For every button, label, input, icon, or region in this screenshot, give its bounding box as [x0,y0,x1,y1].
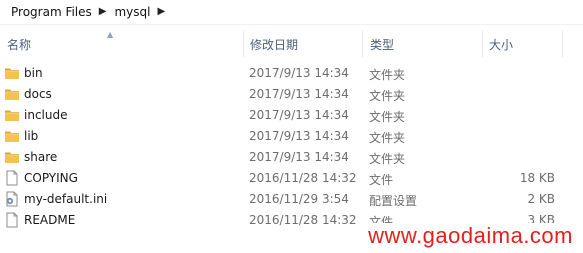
folder-icon [4,65,20,81]
file-row[interactable]: docs 2017/9/13 14:34 文件夹 [0,84,583,105]
file-date: 2017/9/13 14:34 [249,150,349,164]
file-date: 2017/9/13 14:34 [249,129,349,143]
file-type: 配置设置 [369,194,418,208]
watermark: www.gaodaima.com [366,223,575,249]
folder-icon [4,149,20,165]
file-date: 2017/9/13 14:34 [249,87,349,101]
file-date: 2017/9/13 14:34 [249,66,349,80]
folder-icon [4,86,20,102]
folder-icon [4,107,20,123]
breadcrumb-item-program-files[interactable]: Program Files ▶ [11,5,114,19]
file-row[interactable]: bin 2017/9/13 14:34 文件夹 [0,63,583,84]
file-name[interactable]: README [24,213,75,227]
file-name[interactable]: bin [24,66,43,80]
file-type: 文件 [369,173,394,187]
file-size: 2 KB [527,192,555,206]
explorer-window: Program Files ▶ mysql ▶ ▲ 名称 修改日期 类型 大小 … [0,0,583,253]
file-type: 文件夹 [369,131,406,145]
file-row[interactable]: lib 2017/9/13 14:34 文件夹 [0,126,583,147]
chevron-right-icon[interactable]: ▶ [157,7,165,17]
folder-icon [4,128,20,144]
settings-file-icon [4,191,20,207]
file-date: 2016/11/29 3:54 [249,192,349,206]
breadcrumb-label[interactable]: Program Files [11,5,92,19]
file-list: bin 2017/9/13 14:34 文件夹 docs 2017/9/13 14:34… [0,63,583,231]
file-type: 文件夹 [369,152,406,166]
chevron-right-icon[interactable]: ▶ [99,7,107,17]
column-header: ▲ 名称 修改日期 类型 大小 [0,31,583,57]
breadcrumb-item-mysql[interactable]: mysql ▶ [114,5,173,19]
breadcrumb-label[interactable]: mysql [114,5,150,19]
file-size: 18 KB [519,171,555,185]
file-name[interactable]: my-default.ini [24,192,107,206]
file-name[interactable]: COPYING [24,171,78,185]
breadcrumb: Program Files ▶ mysql ▶ [0,0,583,25]
file-type: 文件夹 [369,89,406,103]
file-date: 2016/11/28 14:32 [249,213,357,227]
file-name[interactable]: docs [24,87,52,101]
file-row[interactable]: my-default.ini 2016/11/29 3:54 配置设置 2 KB [0,189,583,210]
file-row[interactable]: COPYING 2016/11/28 14:32 文件 18 KB [0,168,583,189]
file-name[interactable]: include [24,108,67,122]
column-header-type[interactable]: 类型 [362,31,482,57]
file-type: 文件夹 [369,68,406,82]
file-name[interactable]: share [24,150,57,164]
column-header-date[interactable]: 修改日期 [243,31,362,57]
file-type: 文件夹 [369,110,406,124]
file-date: 2016/11/28 14:32 [249,171,357,185]
column-header-size[interactable]: 大小 [482,31,563,57]
file-icon [4,170,20,186]
file-name[interactable]: lib [24,129,38,143]
file-row[interactable]: share 2017/9/13 14:34 文件夹 [0,147,583,168]
file-row[interactable]: include 2017/9/13 14:34 文件夹 [0,105,583,126]
column-header-name[interactable]: 名称 [0,31,243,57]
file-icon [4,212,20,228]
file-date: 2017/9/13 14:34 [249,108,349,122]
